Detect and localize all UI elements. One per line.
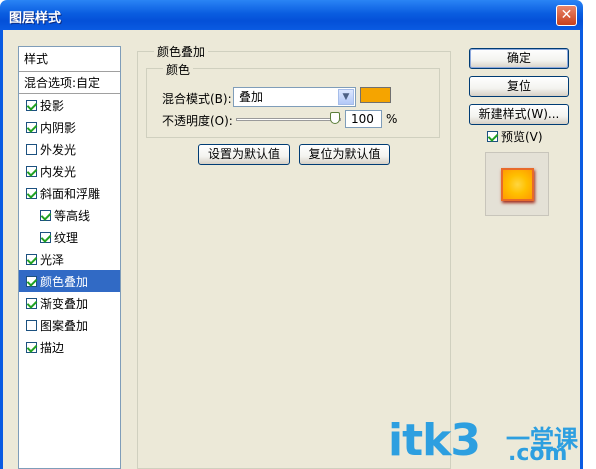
blend-mode-label: 混合模式(B): — [162, 92, 232, 106]
effect-item[interactable]: 内发光 — [19, 160, 120, 182]
preview-checkbox-row[interactable]: 预览(V) — [487, 128, 543, 145]
blend-mode-select[interactable]: 叠加 ▼ — [233, 87, 356, 107]
effect-item[interactable]: 斜面和浮雕 — [19, 182, 120, 204]
effect-item[interactable]: 等高线 — [19, 204, 120, 226]
effect-label: 内发光 — [40, 164, 77, 179]
effect-item[interactable]: 光泽 — [19, 248, 120, 270]
effect-checkbox[interactable] — [26, 187, 37, 199]
watermark-main: itk3 — [388, 415, 481, 466]
opacity-slider-thumb[interactable] — [330, 112, 340, 124]
effect-item[interactable]: 投影 — [19, 94, 120, 116]
opacity-unit: % — [386, 112, 398, 126]
color-overlay-title: 颜色叠加 — [154, 43, 209, 60]
effect-item[interactable]: 渐变叠加 — [19, 292, 120, 314]
set-default-button[interactable]: 设置为默认值 — [198, 144, 290, 165]
effect-checkbox[interactable] — [26, 341, 37, 353]
effect-item[interactable]: 外发光 — [19, 138, 120, 160]
effect-checkbox[interactable] — [26, 99, 37, 111]
effect-checkbox[interactable] — [40, 231, 51, 243]
opacity-input[interactable]: 100 — [345, 110, 382, 128]
new-style-button[interactable]: 新建样式(W)... — [469, 104, 569, 125]
styles-header[interactable]: 样式 — [19, 47, 120, 72]
effect-label: 颜色叠加 — [40, 274, 89, 289]
effect-label: 内阴影 — [40, 120, 77, 135]
effect-label: 斜面和浮雕 — [40, 186, 101, 201]
effect-checkbox[interactable] — [26, 165, 37, 177]
window-title: 图层样式 — [9, 11, 62, 26]
effect-label: 描边 — [40, 340, 65, 355]
color-subgroup-title: 颜色 — [163, 61, 194, 78]
effect-item[interactable]: 图案叠加 — [19, 314, 120, 336]
blend-mode-value: 叠加 — [239, 90, 264, 104]
effect-label: 投影 — [40, 98, 65, 113]
reset-button[interactable]: 复位 — [469, 76, 569, 97]
opacity-slider-track[interactable] — [236, 118, 341, 121]
layer-style-dialog: 图层样式 ✕ 样式 混合选项:自定 投影内阴影外发光内发光斜面和浮雕等高线纹理光… — [0, 0, 596, 469]
effect-item[interactable]: 内阴影 — [19, 116, 120, 138]
effects-list: 投影内阴影外发光内发光斜面和浮雕等高线纹理光泽颜色叠加渐变叠加图案叠加描边 — [19, 94, 120, 358]
site-watermark: itk3 一堂课 .com — [388, 415, 588, 467]
overlay-color-swatch[interactable] — [360, 87, 391, 103]
watermark-com: .com — [508, 441, 568, 466]
preview-thumbnail — [501, 168, 534, 201]
styles-list: 样式 混合选项:自定 投影内阴影外发光内发光斜面和浮雕等高线纹理光泽颜色叠加渐变… — [18, 46, 121, 469]
preview-checkbox[interactable] — [487, 131, 498, 142]
effect-checkbox[interactable] — [26, 143, 37, 155]
preview-label: 预览(V) — [501, 130, 543, 144]
effect-item[interactable]: 颜色叠加 — [19, 270, 120, 292]
title-bar[interactable]: 图层样式 ✕ — [0, 0, 583, 30]
effect-checkbox[interactable] — [26, 121, 37, 133]
blend-options-item[interactable]: 混合选项:自定 — [19, 72, 120, 94]
effect-item[interactable]: 描边 — [19, 336, 120, 358]
reset-default-button[interactable]: 复位为默认值 — [299, 144, 390, 165]
effect-checkbox[interactable] — [26, 253, 37, 265]
effect-label: 等高线 — [54, 208, 91, 223]
chevron-down-icon[interactable]: ▼ — [338, 89, 354, 105]
style-preview — [485, 152, 549, 216]
effect-label: 外发光 — [40, 142, 77, 157]
opacity-label: 不透明度(O): — [162, 114, 233, 128]
effect-item[interactable]: 纹理 — [19, 226, 120, 248]
close-button[interactable]: ✕ — [556, 5, 577, 26]
effect-checkbox[interactable] — [26, 275, 37, 287]
effect-label: 纹理 — [54, 230, 79, 245]
ok-button[interactable]: 确定 — [469, 48, 569, 69]
effect-label: 渐变叠加 — [40, 296, 89, 311]
effect-checkbox[interactable] — [40, 209, 51, 221]
effect-checkbox[interactable] — [26, 319, 37, 331]
effect-label: 图案叠加 — [40, 318, 89, 333]
effect-label: 光泽 — [40, 252, 65, 267]
effect-checkbox[interactable] — [26, 297, 37, 309]
